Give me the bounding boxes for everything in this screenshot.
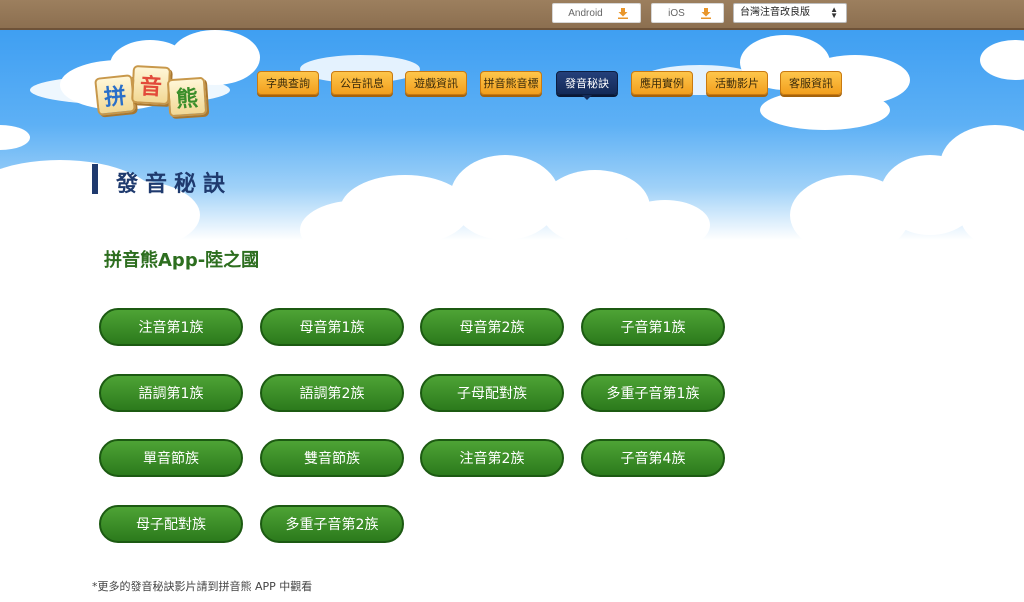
group-button[interactable]: 注音第1族 bbox=[99, 308, 243, 346]
site-logo[interactable]: 拼 音 熊 bbox=[94, 65, 216, 122]
sky-banner bbox=[0, 30, 1024, 240]
group-button[interactable]: 子音第1族 bbox=[581, 308, 725, 346]
group-button[interactable]: 母音第1族 bbox=[260, 308, 404, 346]
version-select[interactable]: 台灣注音改良版 ▲ ▼ bbox=[733, 3, 847, 23]
logo-tile: 音 bbox=[131, 65, 171, 105]
nav-dictionary[interactable]: 字典查詢 bbox=[257, 71, 319, 95]
logo-char: 熊 bbox=[175, 86, 200, 113]
download-icon bbox=[701, 8, 711, 19]
nav-announcements[interactable]: 公告訊息 bbox=[331, 71, 393, 95]
group-button[interactable]: 語調第1族 bbox=[99, 374, 243, 412]
footnote: *更多的發音秘訣影片請到拼音熊 APP 中觀看 bbox=[92, 580, 313, 593]
nav-phonetics[interactable]: 拼音熊音標 bbox=[480, 71, 542, 95]
title-accent-bar bbox=[92, 164, 98, 194]
logo-tile: 拼 bbox=[94, 74, 136, 116]
section-title: 拼音熊App-陸之國 bbox=[104, 250, 260, 271]
nav-videos[interactable]: 活動影片 bbox=[706, 71, 768, 95]
nav-support[interactable]: 客服資訊 bbox=[780, 71, 842, 95]
select-caret-icon: ▲ ▼ bbox=[830, 5, 838, 20]
ios-label: iOS bbox=[668, 7, 685, 19]
group-button[interactable]: 單音節族 bbox=[99, 439, 243, 477]
android-download-button[interactable]: Android bbox=[552, 3, 641, 23]
group-button[interactable]: 多重子音第1族 bbox=[581, 374, 725, 412]
nav-examples[interactable]: 應用實例 bbox=[631, 71, 693, 95]
logo-char: 音 bbox=[139, 74, 163, 101]
nav-pronunciation-tips[interactable]: 發音秘訣 bbox=[556, 71, 618, 100]
group-button[interactable]: 母子配對族 bbox=[99, 505, 243, 543]
group-button[interactable]: 子母配對族 bbox=[420, 374, 564, 412]
page-title: 發音秘訣 bbox=[116, 172, 233, 197]
logo-tile: 熊 bbox=[166, 76, 208, 118]
group-button[interactable]: 注音第2族 bbox=[420, 439, 564, 477]
version-select-value: 台灣注音改良版 bbox=[740, 7, 810, 18]
android-label: Android bbox=[568, 7, 603, 19]
group-button[interactable]: 語調第2族 bbox=[260, 374, 404, 412]
group-button[interactable]: 雙音節族 bbox=[260, 439, 404, 477]
group-button[interactable]: 子音第4族 bbox=[581, 439, 725, 477]
group-button[interactable]: 多重子音第2族 bbox=[260, 505, 404, 543]
top-bar bbox=[0, 0, 1024, 30]
ios-download-button[interactable]: iOS bbox=[651, 3, 724, 23]
nav-game-info[interactable]: 遊戲資訊 bbox=[405, 71, 467, 95]
logo-char: 拼 bbox=[102, 83, 128, 112]
download-icon bbox=[618, 8, 628, 19]
group-button[interactable]: 母音第2族 bbox=[420, 308, 564, 346]
